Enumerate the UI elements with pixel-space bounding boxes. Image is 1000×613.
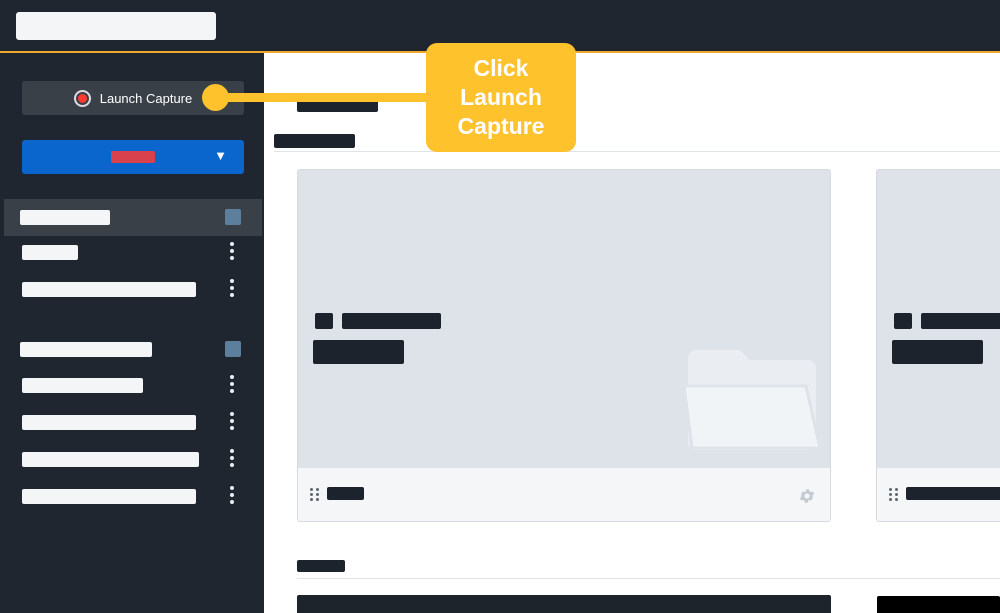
card-footer [877, 468, 1000, 521]
launch-capture-label: Launch Capture [99, 90, 193, 106]
section-heading-redacted [297, 560, 345, 572]
folder-select-dropdown[interactable]: ▼ [22, 140, 244, 174]
tutorial-callout: Click Launch Capture [426, 43, 576, 152]
sidebar-item-label-redacted [22, 378, 143, 393]
kebab-menu-icon[interactable] [230, 375, 234, 393]
sidebar-section-header[interactable] [4, 331, 262, 368]
kebab-menu-icon[interactable] [230, 279, 234, 297]
section-badge-icon [225, 341, 241, 357]
sidebar-item[interactable] [4, 441, 262, 478]
card-type-icon-redacted [315, 313, 333, 329]
section-divider [274, 151, 1000, 152]
callout-connector [214, 93, 430, 102]
app-logo-redacted[interactable] [16, 12, 216, 40]
kebab-menu-icon[interactable] [230, 486, 234, 504]
dropdown-selected-value-redacted [111, 151, 155, 163]
kebab-menu-icon[interactable] [230, 242, 234, 260]
folder-card[interactable] [876, 169, 1000, 522]
record-icon [73, 89, 91, 107]
card-title-redacted [342, 313, 441, 329]
section-heading-redacted [274, 134, 355, 148]
kebab-menu-icon[interactable] [230, 412, 234, 430]
sidebar-item-label-redacted [22, 489, 196, 504]
sidebar-item-label-redacted [22, 245, 78, 260]
card-title-redacted [921, 313, 1000, 329]
sidebar-section-header[interactable] [4, 199, 262, 236]
caret-down-icon: ▼ [214, 148, 227, 163]
card-footer [298, 468, 830, 521]
card-preview[interactable] [877, 596, 1000, 613]
sidebar-item[interactable] [4, 234, 262, 271]
card-thumbnail[interactable] [877, 170, 1000, 468]
drag-handle-icon[interactable] [310, 488, 319, 501]
sidebar-item-label-redacted [22, 415, 196, 430]
main-content [264, 55, 1000, 613]
card-footer-label-redacted [327, 487, 364, 500]
sidebar-item-label-redacted [22, 282, 196, 297]
card-thumbnail[interactable] [298, 170, 830, 468]
callout-pointer-dot [202, 84, 229, 111]
sidebar-item[interactable] [4, 404, 262, 441]
sidebar: Launch Capture ▼ [0, 53, 264, 613]
kebab-menu-icon[interactable] [230, 449, 234, 467]
card-preview[interactable] [297, 595, 831, 613]
drag-handle-icon[interactable] [889, 488, 898, 501]
card-subtitle-redacted [313, 340, 404, 364]
sidebar-item[interactable] [4, 271, 262, 308]
card-footer-label-redacted [906, 487, 1000, 500]
gear-icon[interactable] [798, 487, 816, 505]
sidebar-item[interactable] [4, 367, 262, 404]
folder-icon [682, 350, 822, 450]
sidebar-section-label-redacted [20, 210, 110, 225]
section-badge-icon [225, 209, 241, 225]
callout-text: Click Launch Capture [457, 55, 545, 139]
card-type-icon-redacted [894, 313, 912, 329]
sidebar-item-label-redacted [22, 452, 199, 467]
section-divider [297, 578, 1000, 579]
folder-card[interactable] [297, 169, 831, 522]
sidebar-section-label-redacted [20, 342, 152, 357]
sidebar-item[interactable] [4, 478, 262, 515]
card-subtitle-redacted [892, 340, 983, 364]
